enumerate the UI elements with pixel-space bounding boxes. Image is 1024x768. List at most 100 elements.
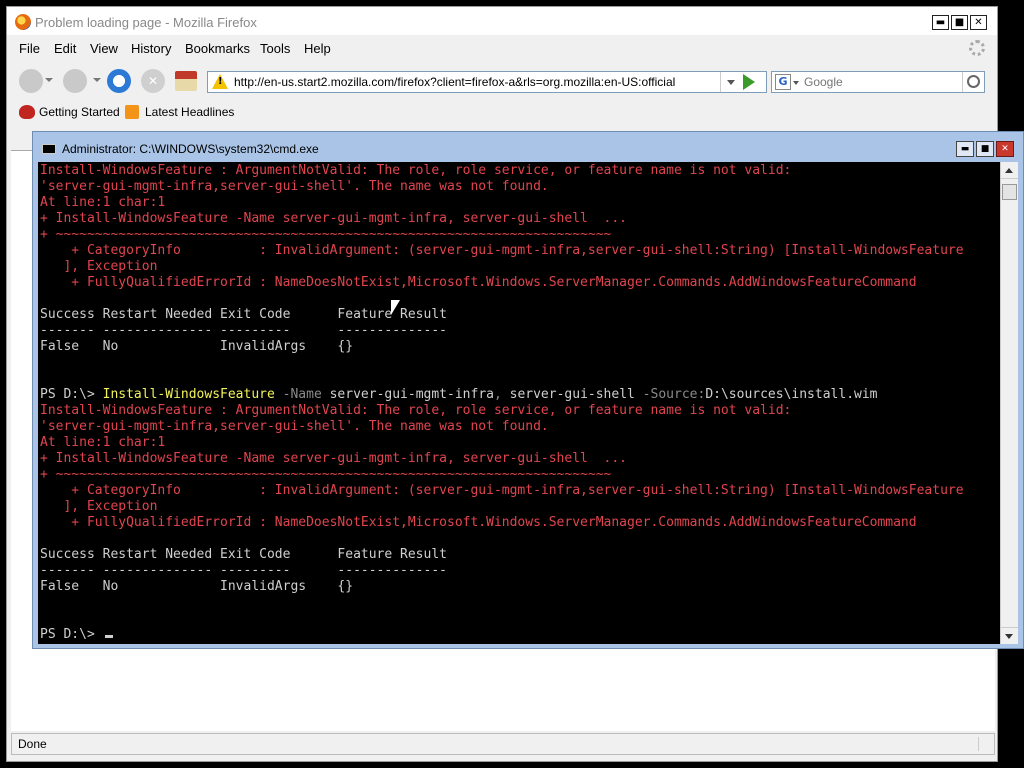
console-line: Success Restart Needed Exit Code Feature… bbox=[40, 547, 964, 563]
reload-icon[interactable] bbox=[107, 69, 131, 93]
search-bar[interactable]: G bbox=[771, 71, 985, 93]
console-text-segment: 'server-gui-mgmt-infra,server-gui-shell'… bbox=[40, 179, 549, 194]
cmd-maximize-button[interactable]: ■ bbox=[976, 141, 994, 157]
console-line: Install-WindowsFeature : ArgumentNotVali… bbox=[40, 163, 964, 179]
forward-history-dropdown-icon[interactable] bbox=[93, 78, 101, 82]
resize-grip-icon[interactable] bbox=[978, 737, 992, 751]
bookmarks-toolbar: Getting Started Latest Headlines bbox=[7, 101, 997, 123]
console-line: 'server-gui-mgmt-infra,server-gui-shell'… bbox=[40, 179, 964, 195]
bookmark-latest-headlines[interactable]: Latest Headlines bbox=[145, 105, 234, 119]
firefox-close-button[interactable]: ✕ bbox=[970, 15, 987, 30]
menu-help[interactable]: Help bbox=[304, 41, 331, 56]
console-line: ], Exception bbox=[40, 499, 964, 515]
console-lines: Install-WindowsFeature : ArgumentNotVali… bbox=[40, 163, 964, 643]
url-input[interactable]: http://en-us.start2.mozilla.com/firefox?… bbox=[234, 75, 675, 89]
console-line: PS D:\> bbox=[40, 627, 964, 643]
search-input[interactable] bbox=[804, 74, 958, 90]
console-output[interactable]: Install-WindowsFeature : ArgumentNotVali… bbox=[38, 162, 1000, 644]
cmd-minimize-button[interactable]: ▬ bbox=[956, 141, 974, 157]
console-line: + Install-WindowsFeature -Name server-gu… bbox=[40, 451, 964, 467]
menu-bookmarks[interactable]: Bookmarks bbox=[185, 41, 250, 56]
search-magnifier-icon[interactable] bbox=[962, 72, 984, 92]
console-line: ------- -------------- --------- -------… bbox=[40, 323, 964, 339]
console-line: False No InvalidArgs {} bbox=[40, 579, 964, 595]
cmd-close-button[interactable]: ✕ bbox=[996, 141, 1014, 157]
url-dropdown-icon[interactable] bbox=[720, 72, 740, 92]
console-text-segment: Success Restart Needed Exit Code Feature… bbox=[40, 307, 447, 322]
console-text-segment: Install-WindowsFeature : ArgumentNotVali… bbox=[40, 163, 792, 178]
console-text-segment: + Install-WindowsFeature -Name server-gu… bbox=[40, 211, 627, 226]
firefox-logo-icon bbox=[15, 14, 31, 30]
warning-icon-mark: ! bbox=[218, 76, 223, 87]
console-text-segment: Install-WindowsFeature : ArgumentNotVali… bbox=[40, 403, 792, 418]
stop-icon[interactable]: ✕ bbox=[141, 69, 165, 93]
menu-tools[interactable]: Tools bbox=[260, 41, 290, 56]
firefox-minimize-button[interactable]: ▬ bbox=[932, 15, 949, 30]
console-text-segment: At line:1 char:1 bbox=[40, 195, 166, 210]
console-line: + Install-WindowsFeature -Name server-gu… bbox=[40, 211, 964, 227]
console-line: + ~~~~~~~~~~~~~~~~~~~~~~~~~~~~~~~~~~~~~~… bbox=[40, 227, 964, 243]
console-text-segment: + FullyQualifiedErrorId : NameDoesNotExi… bbox=[40, 515, 917, 530]
firefox-maximize-button[interactable]: ■ bbox=[951, 15, 968, 30]
console-text-segment: False No InvalidArgs {} bbox=[40, 339, 354, 354]
console-line: ], Exception bbox=[40, 259, 964, 275]
console-text-segment: ], Exception bbox=[40, 499, 158, 514]
cmd-window: Administrator: C:\WINDOWS\system32\cmd.e… bbox=[32, 131, 1024, 649]
firefox-window-title: Problem loading page - Mozilla Firefox bbox=[35, 15, 257, 30]
search-engine-dropdown-icon[interactable] bbox=[793, 81, 799, 85]
console-text-segment: server-gui-mgmt-infra bbox=[321, 387, 494, 402]
console-text-segment: server-gui-shell bbox=[501, 387, 635, 402]
console-text-segment: Success Restart Needed Exit Code Feature… bbox=[40, 547, 447, 562]
console-line: + CategoryInfo : InvalidArgument: (serve… bbox=[40, 243, 963, 259]
console-text-segment: Install-WindowsFeature bbox=[102, 387, 275, 402]
forward-arrow-icon[interactable] bbox=[63, 69, 87, 93]
console-line: PS D:\> Install-WindowsFeature -Name ser… bbox=[40, 387, 964, 403]
console-text-segment: At line:1 char:1 bbox=[40, 435, 166, 450]
console-line: 'server-gui-mgmt-infra,server-gui-shell'… bbox=[40, 419, 964, 435]
bookmark-getting-started[interactable]: Getting Started bbox=[39, 105, 120, 119]
back-arrow-icon[interactable] bbox=[19, 69, 43, 93]
url-bar[interactable]: ! http://en-us.start2.mozilla.com/firefo… bbox=[207, 71, 767, 93]
console-scrollbar[interactable] bbox=[1000, 162, 1018, 644]
menu-edit[interactable]: Edit bbox=[54, 41, 76, 56]
getting-started-icon bbox=[19, 105, 35, 119]
google-engine-icon[interactable]: G bbox=[775, 74, 791, 90]
menu-history[interactable]: History bbox=[131, 41, 171, 56]
console-icon[interactable] bbox=[42, 144, 56, 154]
go-arrow-icon[interactable] bbox=[743, 74, 755, 90]
console-text-segment: ], Exception bbox=[40, 259, 158, 274]
home-icon[interactable] bbox=[175, 71, 197, 91]
console-line: False No InvalidArgs {} bbox=[40, 339, 964, 355]
console-text-segment: D:\sources\install.wim bbox=[705, 387, 878, 402]
status-bar: Done bbox=[11, 733, 995, 755]
console-text-segment: PS D:\> bbox=[40, 387, 103, 402]
console-text-segment: + ~~~~~~~~~~~~~~~~~~~~~~~~~~~~~~~~~~~~~~… bbox=[40, 227, 612, 242]
console-line: + FullyQualifiedErrorId : NameDoesNotExi… bbox=[40, 515, 964, 531]
console-line: At line:1 char:1 bbox=[40, 435, 964, 451]
back-history-dropdown-icon[interactable] bbox=[45, 78, 53, 82]
menu-view[interactable]: View bbox=[90, 41, 118, 56]
scroll-down-icon[interactable] bbox=[1001, 627, 1018, 644]
console-text-segment: PS D:\> bbox=[40, 627, 103, 642]
console-text-segment: False No InvalidArgs {} bbox=[40, 579, 354, 594]
console-text-segment: + CategoryInfo : InvalidArgument: (serve… bbox=[40, 483, 964, 498]
menu-file[interactable]: File bbox=[19, 41, 40, 56]
cmd-titlebar[interactable]: Administrator: C:\WINDOWS\system32\cmd.e… bbox=[33, 132, 1023, 162]
scroll-up-icon[interactable] bbox=[1001, 162, 1018, 179]
console-line: ------- -------------- --------- -------… bbox=[40, 563, 964, 579]
console-text-segment: + ~~~~~~~~~~~~~~~~~~~~~~~~~~~~~~~~~~~~~~… bbox=[40, 467, 612, 482]
firefox-titlebar[interactable]: Problem loading page - Mozilla Firefox ▬… bbox=[7, 7, 997, 35]
console-line: + CategoryInfo : InvalidArgument: (serve… bbox=[40, 483, 964, 499]
scroll-thumb[interactable] bbox=[1002, 184, 1017, 200]
rss-feed-icon bbox=[125, 105, 139, 119]
status-text: Done bbox=[18, 737, 47, 751]
console-text-segment: 'server-gui-mgmt-infra,server-gui-shell'… bbox=[40, 419, 549, 434]
console-line: + ~~~~~~~~~~~~~~~~~~~~~~~~~~~~~~~~~~~~~~… bbox=[40, 467, 964, 483]
console-line: Success Restart Needed Exit Code Feature… bbox=[40, 307, 964, 323]
console-text-segment: -Name bbox=[274, 387, 322, 402]
